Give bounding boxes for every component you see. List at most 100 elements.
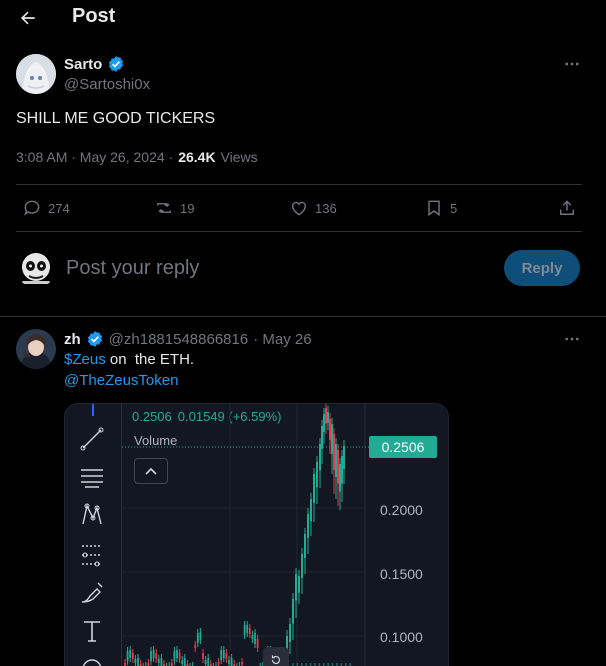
candle [331,424,333,454]
candle [173,651,176,661]
candle [341,456,343,484]
back-arrow-icon[interactable] [18,8,38,28]
author-name[interactable]: Sarto [64,56,102,73]
candle [333,434,335,470]
candle [339,464,341,492]
candle [329,419,331,440]
candle [220,650,223,660]
author-avatar[interactable] [16,54,56,94]
y-tick-label: 0.2000 [380,502,423,518]
candle [292,599,294,624]
candle [337,450,339,484]
candle [204,660,207,664]
candle [134,659,137,663]
candle [129,650,132,658]
divider [16,231,582,232]
more-options-icon[interactable] [563,55,581,73]
reply-author-name[interactable]: zh [64,331,81,348]
like-action-button[interactable]: 136 [289,198,337,218]
like-count: 136 [315,200,337,216]
candle [246,625,249,633]
bookmark-count: 5 [450,200,458,216]
candle [298,576,300,593]
candle [301,554,303,578]
candle [316,462,318,488]
views-count: 26.4K [178,149,216,165]
candle [289,624,291,642]
candle [243,625,246,635]
candle [313,474,315,503]
mention-link[interactable]: @TheZeusToken [64,372,178,389]
divider [16,184,582,185]
reply-author-handle[interactable]: @zh1881548866816 [109,331,249,348]
post-text: SHILL ME GOOD TICKERS [16,110,216,127]
last-price-tag: 0.2506 [369,436,437,458]
candle [176,650,178,658]
candle [152,650,155,658]
candle [256,639,259,648]
share-icon[interactable] [557,198,577,218]
candle [295,574,297,601]
candle [343,446,345,469]
candle [207,658,210,666]
page-title: Post [72,5,116,27]
heart-icon [289,198,309,218]
bookmark-icon [424,198,444,218]
reply-text: on the ETH. [105,351,195,368]
y-tick-label: 0.1000 [380,629,423,645]
reply-input[interactable]: Post your reply [66,257,199,280]
y-tick-label: 0.1500 [380,566,423,582]
candle [181,660,184,664]
views-label: Views [220,149,258,165]
bookmark-action-button[interactable]: 5 [424,198,457,218]
candle [319,444,321,471]
reply-count: 274 [48,200,70,216]
repost-action-button[interactable]: 19 [154,198,194,218]
candle [251,635,254,639]
candle [222,650,225,658]
candle [248,628,251,634]
candle [335,444,337,477]
candle [194,645,197,648]
cashtag-link[interactable]: $Zeus [64,351,106,368]
reset-chart-button[interactable] [263,647,289,666]
author-handle[interactable]: @Sartoshi0x [64,76,150,93]
candle [202,653,204,659]
candle [323,414,325,432]
chart-image[interactable]: 0.2506 0.01549 (+6.59%) Volume 0.2506 0.… [64,403,449,666]
candle [178,653,181,659]
candle [225,653,228,659]
divider [0,316,606,317]
candle [254,633,256,644]
reply-date[interactable]: · May 26 [253,331,311,348]
candle [137,658,139,666]
reply-button[interactable]: Reply [504,250,580,286]
candle [304,534,306,558]
candle [307,514,309,538]
reply-more-options-icon[interactable] [563,330,581,348]
comment-icon [22,198,42,218]
candle [321,426,323,449]
candle [199,632,202,640]
repost-count: 19 [180,200,195,216]
candle [230,658,233,666]
verified-badge-icon [86,330,104,348]
candle [150,651,152,661]
candle [160,658,163,666]
reply-author-avatar[interactable] [16,329,56,369]
candle [196,633,199,643]
candle [228,660,230,664]
repost-icon [154,198,174,218]
candle [157,659,160,663]
candle [327,412,329,423]
candle [325,408,327,424]
candle [241,662,243,665]
candle [217,662,220,665]
user-avatar[interactable] [16,248,56,288]
candle [183,658,186,666]
candle [155,653,158,659]
post-timestamp[interactable]: 3:08 AM · May 26, 2024 · [16,149,173,165]
candle [310,499,312,522]
candle [126,651,129,661]
reply-action-button[interactable]: 274 [22,198,70,218]
